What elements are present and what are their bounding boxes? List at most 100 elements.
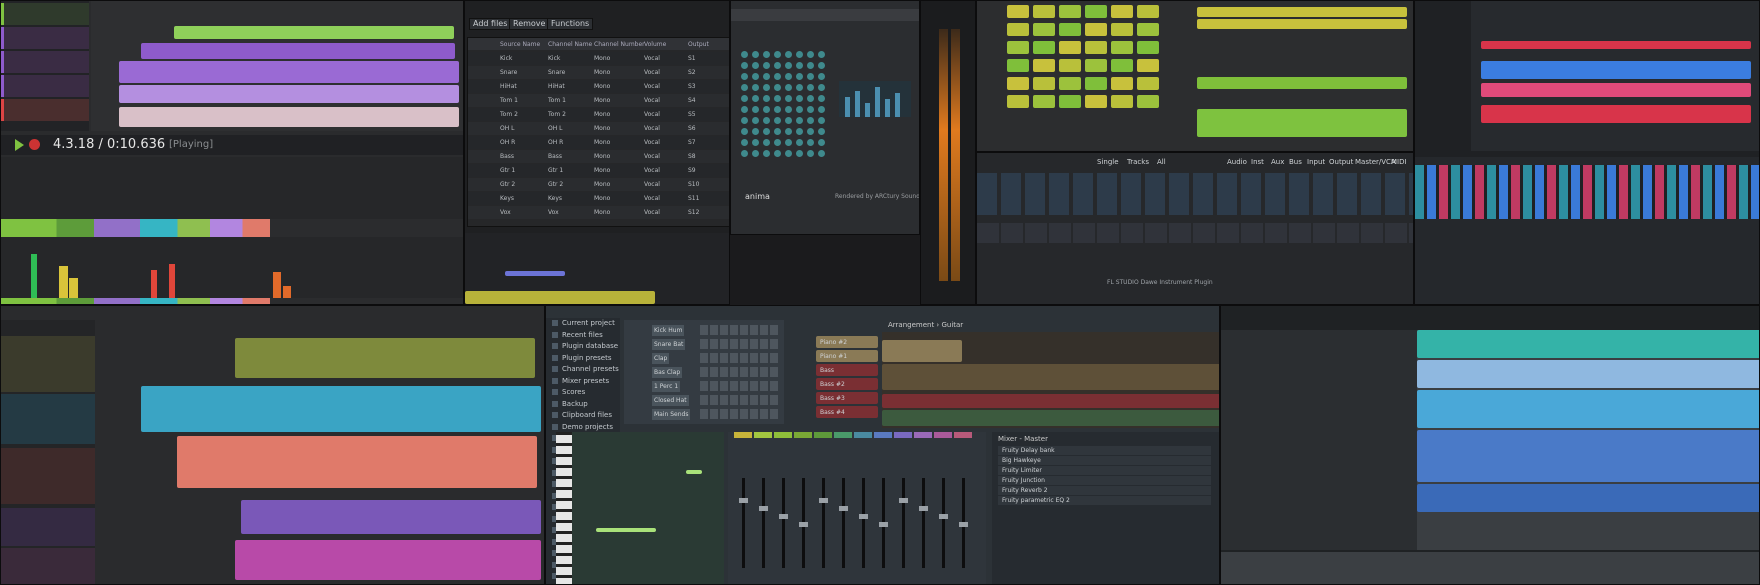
step-button[interactable] (720, 325, 728, 335)
audio-clip[interactable] (235, 540, 541, 580)
channel-row[interactable]: Clap (624, 352, 784, 364)
fx-slot[interactable]: Fruity parametric EQ 2 (998, 496, 1211, 505)
midi-clip[interactable] (1481, 105, 1751, 123)
audio-clip[interactable] (465, 291, 655, 304)
step-button[interactable] (710, 325, 718, 335)
track-header[interactable] (1, 27, 89, 49)
midi-clip[interactable] (1481, 41, 1751, 49)
launcher-slot[interactable] (1111, 5, 1133, 18)
step-button[interactable] (730, 353, 738, 363)
tab-bus[interactable]: Bus (1289, 157, 1302, 168)
tab-output[interactable]: Output (1329, 157, 1353, 168)
midi-clip[interactable] (1481, 61, 1751, 79)
step-button[interactable] (700, 381, 708, 391)
pad-button[interactable] (807, 95, 814, 102)
launcher-slot[interactable] (1137, 95, 1159, 108)
fader-handle[interactable] (879, 522, 888, 527)
table-row[interactable]: Kick Kick Mono Vocal S1 (468, 52, 729, 65)
pad-button[interactable] (785, 95, 792, 102)
pad-button[interactable] (752, 150, 759, 157)
add-files-button[interactable]: Add files (469, 18, 512, 30)
launcher-slot[interactable] (1085, 95, 1107, 108)
step-button[interactable] (710, 381, 718, 391)
pad-button[interactable] (785, 84, 792, 91)
step-button[interactable] (700, 395, 708, 405)
table-row[interactable]: HiHat HiHat Mono Vocal S3 (468, 80, 729, 93)
browser-item[interactable]: Scores (552, 387, 585, 398)
pad-button[interactable] (796, 139, 803, 146)
launcher-slot[interactable] (1033, 95, 1055, 108)
step-button[interactable] (770, 409, 778, 419)
channel-row[interactable]: 1 Perc 1 (624, 380, 784, 392)
pad-button[interactable] (807, 73, 814, 80)
launcher-slot[interactable] (1111, 59, 1133, 72)
step-button[interactable] (730, 395, 738, 405)
audio-clip[interactable] (505, 271, 565, 276)
step-button[interactable] (750, 339, 758, 349)
step-button[interactable] (750, 367, 758, 377)
pad-button[interactable] (763, 51, 770, 58)
launcher-slot[interactable] (1111, 23, 1133, 36)
table-row[interactable]: Gtr 1 Gtr 1 Mono Vocal S9 (468, 164, 729, 177)
browser-item[interactable]: Backup (552, 399, 588, 410)
fader-handle[interactable] (919, 506, 928, 511)
step-button[interactable] (740, 325, 748, 335)
step-button[interactable] (700, 409, 708, 419)
track-header[interactable] (1, 508, 95, 546)
launcher-slot[interactable] (1059, 23, 1081, 36)
pad-button[interactable] (818, 117, 825, 124)
fader-handle[interactable] (899, 498, 908, 503)
launcher-slot[interactable] (1137, 23, 1159, 36)
midi-clip[interactable] (241, 500, 541, 534)
launcher-slot[interactable] (1007, 77, 1029, 90)
launcher-slot[interactable] (1085, 5, 1107, 18)
step-button[interactable] (720, 381, 728, 391)
tab-aux[interactable]: Aux (1271, 157, 1284, 168)
tab-inst[interactable]: Inst (1251, 157, 1264, 168)
pad-button[interactable] (763, 139, 770, 146)
pad-button[interactable] (796, 51, 803, 58)
audio-clip[interactable] (177, 436, 537, 488)
pad-button[interactable] (741, 62, 748, 69)
audio-clip[interactable] (1197, 109, 1407, 137)
fx-slot[interactable]: Big Hawkeye (998, 456, 1211, 465)
pattern-item[interactable]: Piano #2 (816, 336, 878, 348)
table-row[interactable]: Gtr 2 Gtr 2 Mono Vocal S10 (468, 178, 729, 191)
pad-button[interactable] (752, 106, 759, 113)
pad-button[interactable] (807, 128, 814, 135)
channel-row[interactable]: Bas Clap (624, 366, 784, 378)
launcher-slot[interactable] (1059, 5, 1081, 18)
step-button[interactable] (750, 381, 758, 391)
launcher-slot[interactable] (1111, 95, 1133, 108)
pad-button[interactable] (818, 128, 825, 135)
launcher-slot[interactable] (1007, 5, 1029, 18)
pad-button[interactable] (774, 84, 781, 91)
fader-handle[interactable] (799, 522, 808, 527)
step-button[interactable] (730, 409, 738, 419)
audio-clip[interactable] (1197, 7, 1407, 17)
channel-row[interactable]: Main Sends (624, 408, 784, 420)
pad-button[interactable] (785, 150, 792, 157)
note[interactable] (686, 470, 702, 474)
note[interactable] (596, 528, 656, 532)
volume-fader[interactable] (819, 478, 828, 568)
pad-button[interactable] (818, 62, 825, 69)
pad-button[interactable] (796, 150, 803, 157)
launcher-slot[interactable] (1137, 77, 1159, 90)
step-button[interactable] (740, 395, 748, 405)
step-button[interactable] (750, 325, 758, 335)
launcher-slot[interactable] (1085, 41, 1107, 54)
launcher-slot[interactable] (1059, 41, 1081, 54)
play-icon[interactable] (15, 139, 24, 151)
audio-clip[interactable] (141, 386, 541, 432)
pad-button[interactable] (785, 51, 792, 58)
step-button[interactable] (740, 339, 748, 349)
table-row[interactable]: Keys Keys Mono Vocal S11 (468, 192, 729, 205)
pad-button[interactable] (774, 62, 781, 69)
fader-handle[interactable] (739, 498, 748, 503)
pad-button[interactable] (796, 95, 803, 102)
pad-button[interactable] (774, 139, 781, 146)
pad-button[interactable] (774, 106, 781, 113)
pad-button[interactable] (752, 73, 759, 80)
pad-button[interactable] (785, 139, 792, 146)
